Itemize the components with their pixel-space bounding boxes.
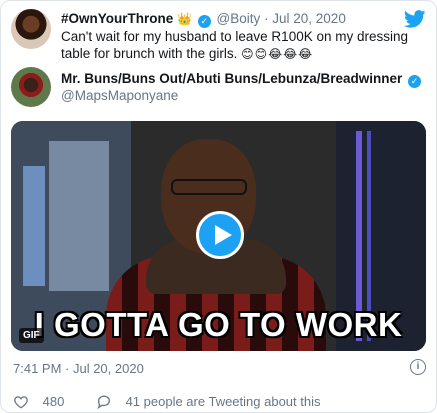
- like-count[interactable]: 480: [43, 394, 65, 409]
- quoted-date[interactable]: Jul 20, 2020: [272, 11, 346, 26]
- quoted-header: #OwnYourThrone 👑 ✓ @Boity · Jul 20, 2020: [61, 11, 346, 28]
- quoted-text: Can't wait for my husband to leave R100K…: [61, 28, 421, 63]
- author-handle[interactable]: @MapsMaponyane: [61, 88, 178, 103]
- author-name[interactable]: Mr. Buns/Buns Out/Abuti Buns/Lebunza/Bre…: [61, 71, 423, 88]
- timestamp[interactable]: 7:41 PM · Jul 20, 2020: [13, 361, 144, 376]
- tweeting-about-link[interactable]: 41 people are Tweeting about this: [126, 394, 321, 409]
- background-panel: [49, 141, 109, 291]
- gif-media[interactable]: I GOTTA GO TO WORK GIF: [11, 121, 426, 351]
- quoted-name[interactable]: #OwnYourThrone: [61, 11, 173, 26]
- figure-glasses: [171, 179, 247, 195]
- quoted-handle[interactable]: @Boity: [217, 11, 261, 26]
- verified-icon: ✓: [197, 15, 211, 28]
- info-icon[interactable]: i: [410, 359, 426, 375]
- quoted-tweet[interactable]: #OwnYourThrone 👑 ✓ @Boity · Jul 20, 2020…: [1, 1, 436, 61]
- quoted-body: Can't wait for my husband to leave R100K…: [61, 29, 409, 61]
- tweet-card: #OwnYourThrone 👑 ✓ @Boity · Jul 20, 2020…: [0, 0, 437, 413]
- avatar[interactable]: [11, 9, 51, 49]
- comment-icon[interactable]: [96, 394, 112, 410]
- quoted-emojis: 😊😊😂😂😂: [241, 47, 314, 61]
- author-name-text[interactable]: Mr. Buns/Buns Out/Abuti Buns/Lebunza/Bre…: [61, 71, 402, 86]
- crown-emoji: 👑: [177, 12, 192, 26]
- verified-icon: ✓: [408, 75, 422, 88]
- action-bar: 480 41 people are Tweeting about this: [13, 393, 321, 410]
- background-panel: [23, 166, 45, 286]
- heart-icon[interactable]: [13, 395, 29, 409]
- separator: ·: [264, 11, 269, 26]
- gif-caption: I GOTTA GO TO WORK: [34, 306, 403, 343]
- play-icon[interactable]: [196, 211, 244, 259]
- twitter-bird-icon[interactable]: [404, 10, 426, 28]
- gif-badge: GIF: [19, 328, 44, 343]
- author-row[interactable]: Mr. Buns/Buns Out/Abuti Buns/Lebunza/Bre…: [1, 63, 436, 113]
- avatar[interactable]: [11, 67, 51, 107]
